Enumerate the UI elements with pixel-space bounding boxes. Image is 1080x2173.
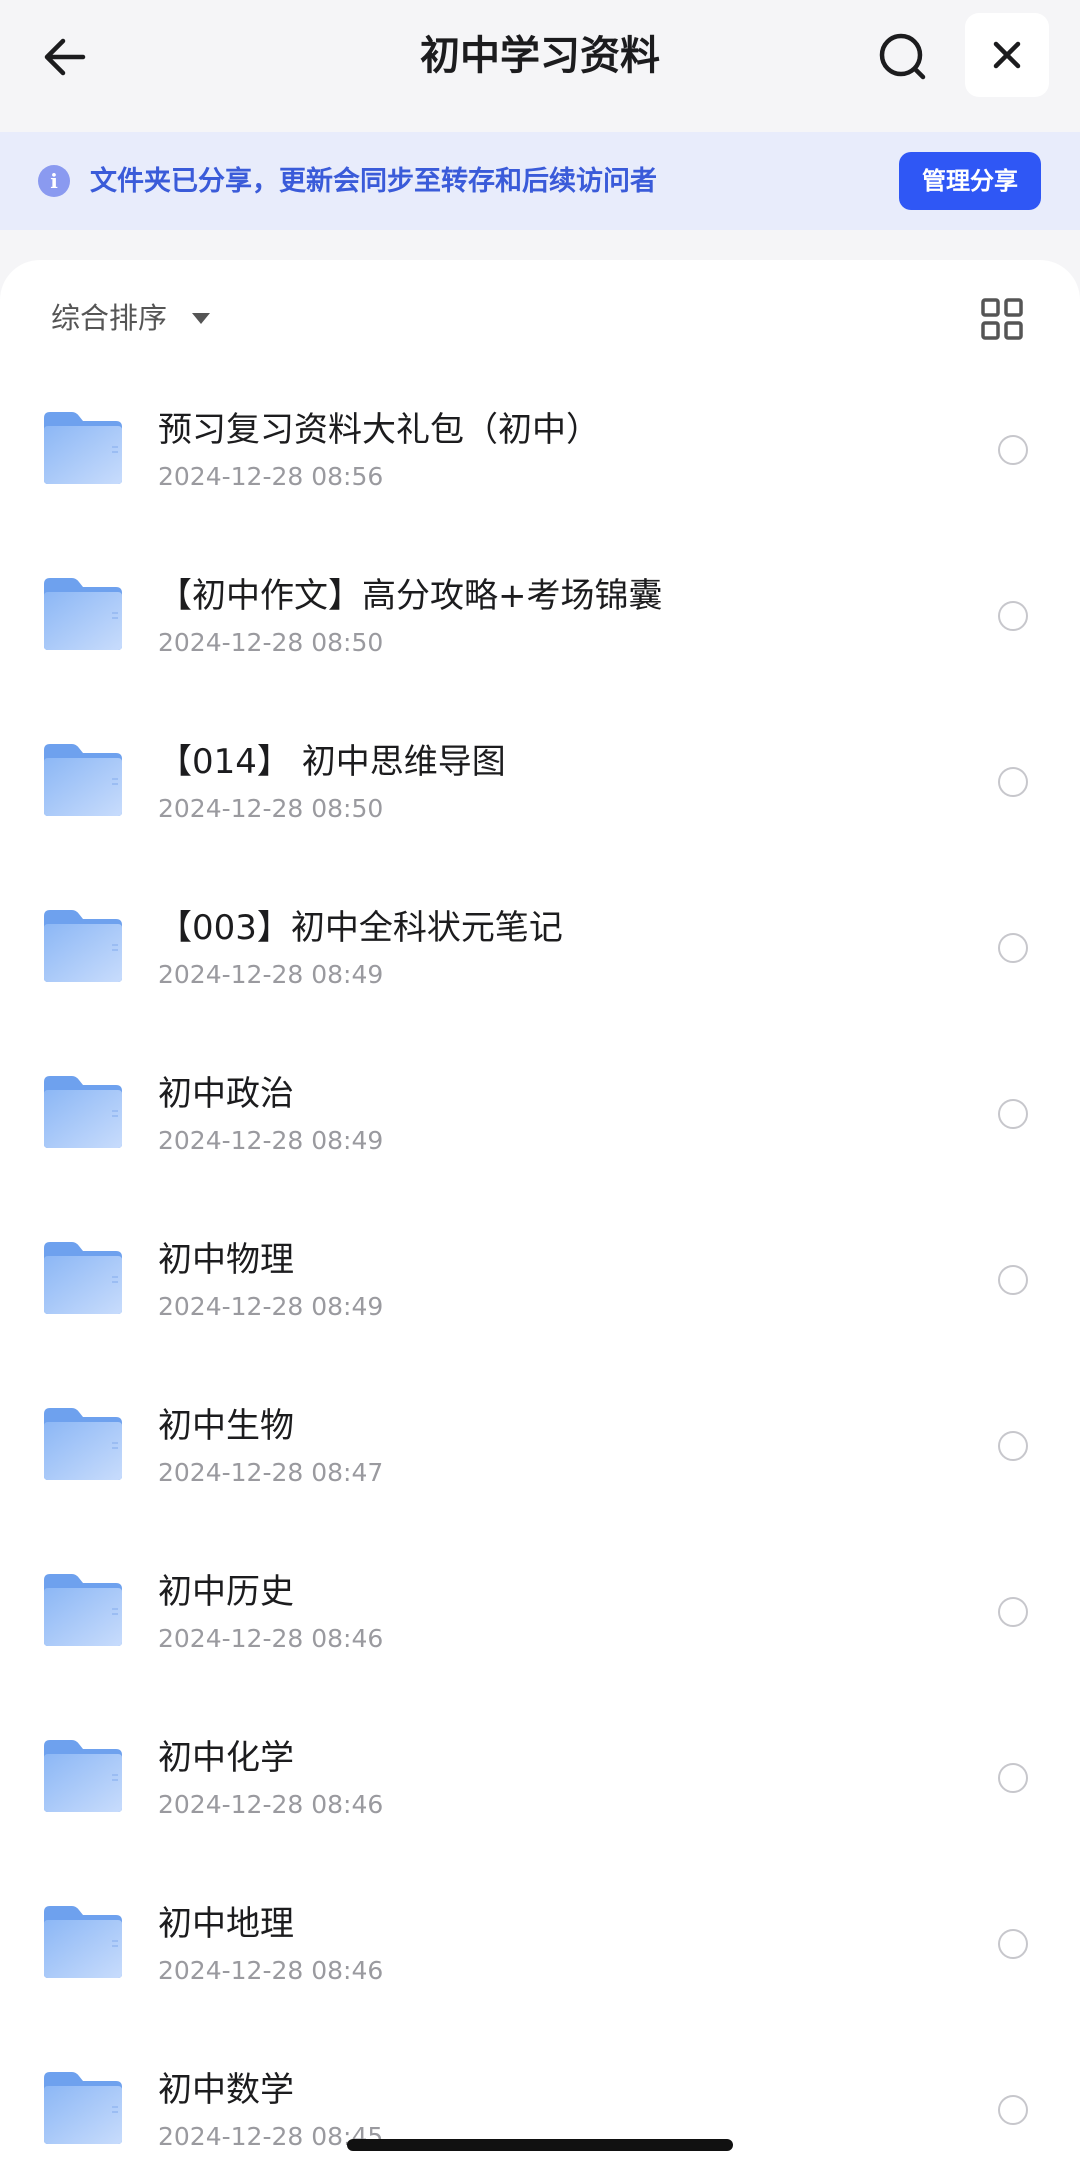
item-name: 【003】初中全科状元笔记: [158, 908, 563, 948]
select-radio[interactable]: [998, 1597, 1028, 1627]
folder-icon: [44, 744, 122, 816]
folder-icon: [44, 1906, 122, 1978]
grid-view-icon: [981, 298, 1023, 340]
view-toggle-button[interactable]: [980, 297, 1024, 341]
folder-icon: [44, 1574, 122, 1646]
folder-icon: [44, 578, 122, 650]
folder-icon: [44, 1740, 122, 1812]
item-date: 2024-12-28 08:56: [158, 462, 384, 491]
file-share-page: 初中学习资料 i 文件夹已分享，更新会同步至转存和后续访问者 管理分享 综合排序: [0, 0, 1080, 2173]
caret-down-icon[interactable]: [192, 313, 210, 324]
folder-icon: [44, 1242, 122, 1314]
list-item[interactable]: 【003】初中全科状元笔记 2024-12-28 08:49: [0, 866, 1080, 1032]
list-item[interactable]: 【初中作文】高分攻略+考场锦囊 2024-12-28 08:50: [0, 534, 1080, 700]
folder-icon: [44, 1408, 122, 1480]
item-name: 【014】 初中思维导图: [158, 742, 506, 782]
item-name: 初中历史: [158, 1572, 294, 1612]
share-notice-text: 文件夹已分享，更新会同步至转存和后续访问者: [90, 166, 657, 197]
item-date: 2024-12-28 08:47: [158, 1458, 384, 1487]
select-radio[interactable]: [998, 1763, 1028, 1793]
folder-icon: [44, 1076, 122, 1148]
select-radio[interactable]: [998, 933, 1028, 963]
item-name: 初中政治: [158, 1074, 294, 1114]
item-date: 2024-12-28 08:49: [158, 1292, 384, 1321]
select-radio[interactable]: [998, 2095, 1028, 2125]
list-item[interactable]: 初中地理 2024-12-28 08:46: [0, 1862, 1080, 2028]
item-date: 2024-12-28 08:46: [158, 1956, 384, 1985]
search-icon: [879, 33, 926, 80]
item-name: 初中物理: [158, 1240, 294, 1280]
select-radio[interactable]: [998, 1099, 1028, 1129]
folder-icon: [44, 412, 122, 484]
item-date: 2024-12-28 08:49: [158, 960, 384, 989]
select-radio[interactable]: [998, 1431, 1028, 1461]
list-item[interactable]: 【014】 初中思维导图 2024-12-28 08:50: [0, 700, 1080, 866]
close-icon: [993, 41, 1021, 69]
item-date: 2024-12-28 08:46: [158, 1790, 384, 1819]
select-radio[interactable]: [998, 767, 1028, 797]
top-bar: 初中学习资料: [0, 0, 1080, 132]
item-date: 2024-12-28 08:46: [158, 1624, 384, 1653]
item-name: 初中生物: [158, 1406, 294, 1446]
folder-icon: [44, 910, 122, 982]
manage-share-button[interactable]: 管理分享: [899, 152, 1041, 210]
select-radio[interactable]: [998, 601, 1028, 631]
folder-icon: [44, 2072, 122, 2144]
item-date: 2024-12-28 08:50: [158, 628, 384, 657]
list-item[interactable]: 初中政治 2024-12-28 08:49: [0, 1032, 1080, 1198]
list-item[interactable]: 初中历史 2024-12-28 08:46: [0, 1530, 1080, 1696]
item-date: 2024-12-28 08:49: [158, 1126, 384, 1155]
item-date: 2024-12-28 08:50: [158, 794, 384, 823]
list-item[interactable]: 初中化学 2024-12-28 08:46: [0, 1696, 1080, 1862]
item-name: 【初中作文】高分攻略+考场锦囊: [158, 576, 663, 616]
list-item[interactable]: 初中物理 2024-12-28 08:49: [0, 1198, 1080, 1364]
close-button[interactable]: [965, 13, 1049, 97]
item-name: 初中地理: [158, 1904, 294, 1944]
sort-dropdown[interactable]: 综合排序: [51, 295, 167, 341]
list-item[interactable]: 初中数学 2024-12-28 08:45: [0, 2028, 1080, 2173]
list-item[interactable]: 初中生物 2024-12-28 08:47: [0, 1364, 1080, 1530]
search-button[interactable]: [868, 22, 938, 92]
home-indicator: [347, 2139, 733, 2151]
item-name: 初中数学: [158, 2070, 294, 2110]
info-icon: i: [38, 165, 70, 197]
item-name: 预习复习资料大礼包（初中）: [158, 410, 600, 450]
item-name: 初中化学: [158, 1738, 294, 1778]
select-radio[interactable]: [998, 1929, 1028, 1959]
select-radio[interactable]: [998, 435, 1028, 465]
list-item[interactable]: 预习复习资料大礼包（初中） 2024-12-28 08:56: [0, 368, 1080, 534]
select-radio[interactable]: [998, 1265, 1028, 1295]
